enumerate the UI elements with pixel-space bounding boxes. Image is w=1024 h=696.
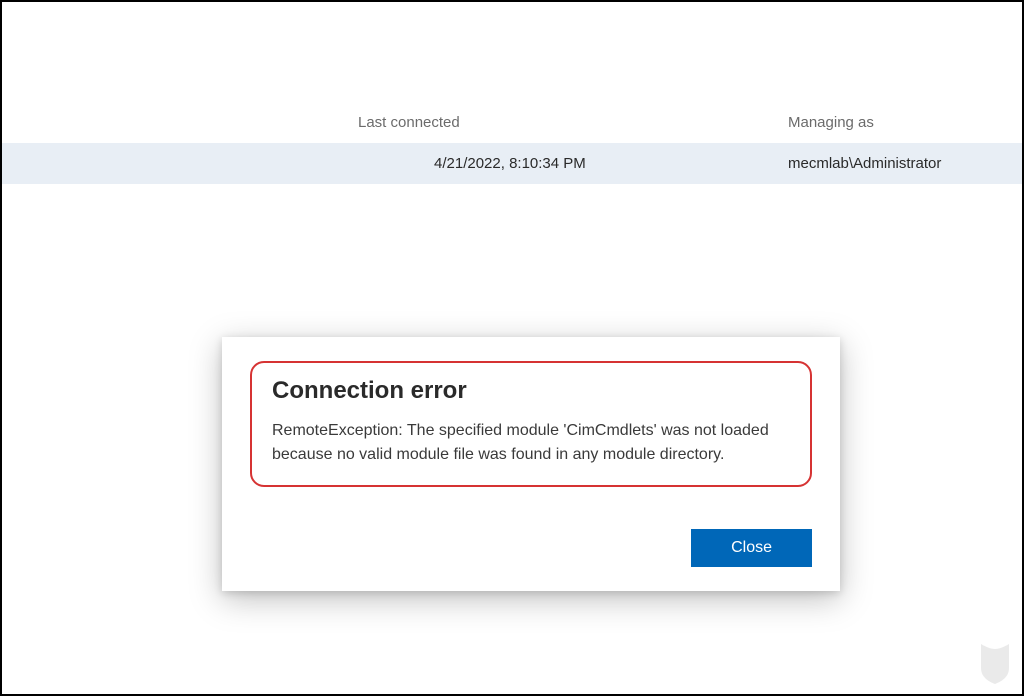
table-header-row: Last connected Managing as xyxy=(2,102,1022,143)
header-managing-as: Managing as xyxy=(788,114,874,131)
error-dialog: Connection error RemoteException: The sp… xyxy=(222,337,840,591)
table-row[interactable]: 4/21/2022, 8:10:34 PM mecmlab\Administra… xyxy=(2,143,1022,184)
dialog-message: RemoteException: The specified module 'C… xyxy=(272,419,790,467)
close-button[interactable]: Close xyxy=(691,529,812,567)
cell-last-connected: 4/21/2022, 8:10:34 PM xyxy=(434,155,758,172)
dialog-highlight-box: Connection error RemoteException: The sp… xyxy=(250,361,812,487)
connections-table: Last connected Managing as 4/21/2022, 8:… xyxy=(2,102,1022,184)
cell-managing-as: mecmlab\Administrator xyxy=(788,155,941,172)
header-last-connected: Last connected xyxy=(358,114,758,131)
watermark-icon xyxy=(974,640,1016,688)
dialog-title: Connection error xyxy=(272,377,790,405)
dialog-footer: Close xyxy=(250,529,812,567)
